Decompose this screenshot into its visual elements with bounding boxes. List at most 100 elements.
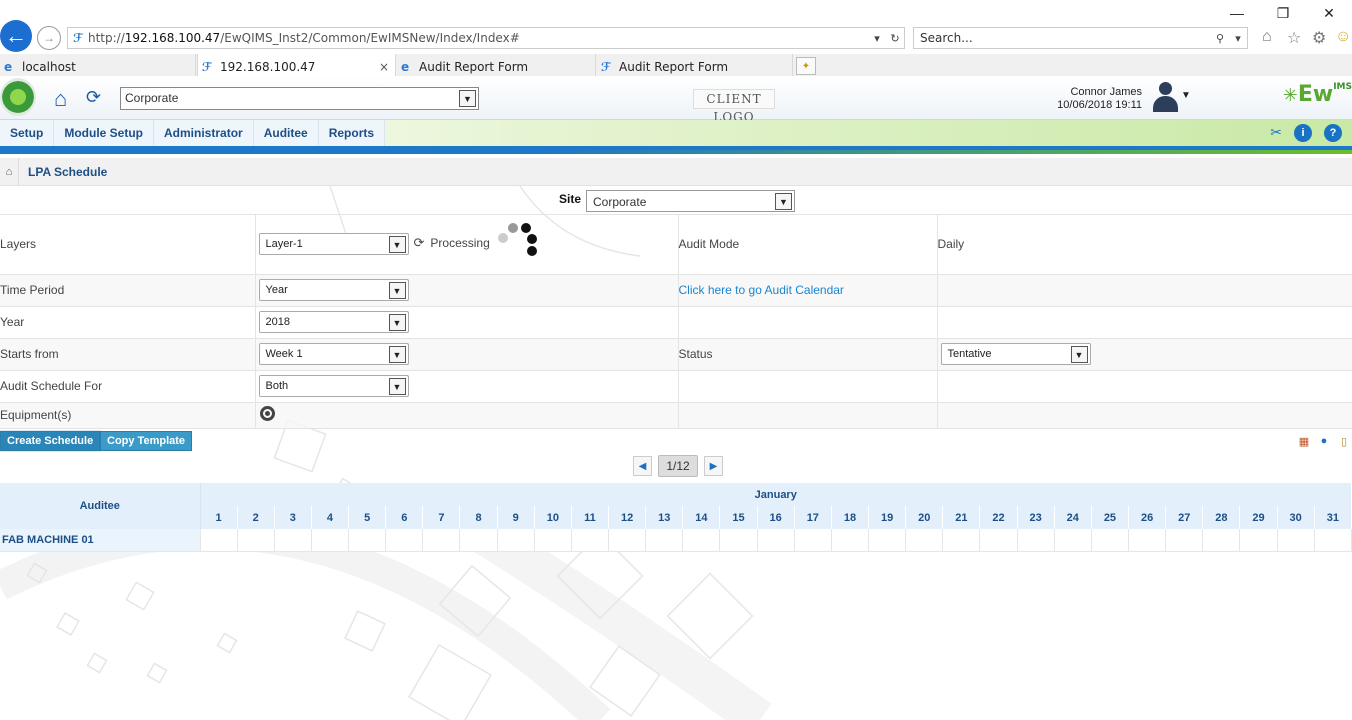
chevron-down-icon[interactable]: ▼	[388, 282, 406, 299]
chevron-down-icon[interactable]: ▼	[459, 90, 476, 107]
schedule-cell[interactable]	[1128, 529, 1167, 552]
brand-text: Ew	[1297, 82, 1334, 107]
chevron-down-icon[interactable]: ▼	[775, 193, 792, 210]
starts-from-select[interactable]: Week 1 ▼	[258, 343, 409, 365]
day-header: 16	[757, 506, 795, 529]
avatar[interactable]	[1150, 80, 1180, 114]
schedule-cell[interactable]	[311, 529, 350, 552]
table-row: FAB MACHINE 01	[0, 529, 1352, 552]
close-window-icon[interactable]: ✕	[1306, 0, 1352, 26]
calendar-icon[interactable]: ▦	[1296, 433, 1312, 449]
breadcrumb-home-icon[interactable]: ⌂	[0, 166, 18, 178]
info-icon[interactable]: i	[1294, 124, 1312, 142]
schedule-cell[interactable]	[1017, 529, 1055, 552]
feedback-smiley-icon[interactable]: ☺	[1335, 28, 1351, 46]
new-tab-icon[interactable]: ✦	[796, 57, 816, 75]
schedule-cell[interactable]	[1091, 529, 1130, 552]
next-month-icon[interactable]: ▶	[704, 456, 723, 476]
previous-month-icon[interactable]: ◀	[633, 456, 652, 476]
chevron-down-icon[interactable]: ▼	[388, 236, 406, 254]
schedule-cell[interactable]	[682, 529, 721, 552]
page-title: LPA Schedule	[28, 164, 108, 179]
menu-administrator[interactable]: Administrator	[154, 120, 254, 146]
chevron-down-icon[interactable]: ▼	[388, 314, 406, 331]
copy-template-button[interactable]: Copy Template	[100, 431, 193, 451]
menu-module-setup[interactable]: Module Setup	[54, 120, 155, 146]
schedule-cell[interactable]	[1054, 529, 1092, 552]
processing-icon: ⟳	[413, 235, 425, 250]
year-select[interactable]: 2018 ▼	[258, 311, 409, 333]
schedule-cell[interactable]	[979, 529, 1018, 552]
address-dropdown-icon[interactable]: ▾	[868, 32, 886, 45]
search-dropdown-icon[interactable]: ▾	[1229, 32, 1247, 45]
time-period-select[interactable]: Year ▼	[258, 279, 409, 301]
schedule-cell[interactable]	[719, 529, 758, 552]
schedule-cell[interactable]	[237, 529, 275, 552]
create-schedule-button[interactable]: Create Schedule	[0, 430, 102, 452]
day-header: 1	[200, 506, 238, 529]
schedule-cell[interactable]	[831, 529, 870, 552]
schedule-cell[interactable]	[1314, 529, 1352, 552]
settings-gear-icon[interactable]: ⚙	[1312, 28, 1326, 48]
search-icon[interactable]: ⚲	[1211, 32, 1229, 45]
audit-calendar-link[interactable]: Click here to go Audit Calendar	[679, 283, 844, 297]
home-icon[interactable]: ⌂	[54, 86, 67, 112]
help-bubble-icon[interactable]: ●	[1316, 433, 1332, 449]
site-select[interactable]: Corporate ▼	[586, 190, 795, 212]
menu-auditee[interactable]: Auditee	[253, 120, 319, 146]
schedule-cell[interactable]	[645, 529, 684, 552]
month-pager: ◀ 1/12 ▶	[633, 455, 723, 477]
help-icon[interactable]: ?	[1324, 124, 1342, 142]
document-icon[interactable]: ▯	[1336, 433, 1352, 449]
day-header: 2	[237, 506, 275, 529]
schedule-cell[interactable]	[274, 529, 312, 552]
close-tab-icon[interactable]: ×	[379, 60, 389, 74]
schedule-cell[interactable]	[608, 529, 647, 552]
schedule-cell[interactable]	[868, 529, 907, 552]
schedule-for-select[interactable]: Both ▼	[258, 375, 409, 397]
schedule-cell[interactable]	[571, 529, 610, 552]
schedule-cell[interactable]	[757, 529, 795, 552]
favorites-star-icon[interactable]: ☆	[1287, 28, 1301, 48]
refresh-page-icon[interactable]: ↻	[886, 32, 904, 45]
layers-select[interactable]: Layer-1 ▼	[258, 233, 409, 256]
schedule-cell[interactable]	[459, 529, 498, 552]
schedule-cell[interactable]	[497, 529, 535, 552]
schedule-cell[interactable]	[1277, 529, 1315, 552]
audit-mode-value: Daily	[937, 215, 1352, 275]
schedule-cell[interactable]	[1239, 529, 1278, 552]
schedule-cell[interactable]	[794, 529, 832, 552]
equipment-cell	[255, 402, 679, 429]
schedule-cell[interactable]	[1202, 529, 1241, 552]
forward-button[interactable]: →	[37, 26, 61, 50]
main-menu: Setup Module Setup Administrator Auditee…	[0, 120, 1352, 154]
back-button[interactable]: ←	[0, 20, 32, 52]
menu-reports[interactable]: Reports	[318, 120, 386, 146]
restore-icon[interactable]: ❐	[1260, 0, 1306, 26]
home-browser-icon[interactable]: ⌂	[1262, 28, 1272, 46]
schedule-cell[interactable]	[905, 529, 944, 552]
minimize-icon[interactable]: —	[1214, 0, 1260, 26]
chevron-down-icon[interactable]: ▼	[1070, 346, 1088, 363]
pin-icon[interactable]: ✂	[1270, 124, 1282, 142]
header-site-select[interactable]: Corporate ▼	[120, 87, 479, 110]
schedule-cell[interactable]	[1165, 529, 1204, 552]
equipment-settings-icon[interactable]	[259, 406, 275, 421]
search-box[interactable]: Search... ⚲ ▾	[913, 27, 1248, 49]
user-menu-caret-icon[interactable]: ▼	[1181, 90, 1191, 101]
status-select[interactable]: Tentative ▼	[940, 343, 1091, 365]
chevron-down-icon[interactable]: ▼	[388, 378, 406, 395]
chevron-down-icon[interactable]: ▼	[388, 346, 406, 363]
day-header: 4	[311, 506, 350, 529]
schedule-cell[interactable]	[534, 529, 572, 552]
schedule-cell[interactable]	[385, 529, 424, 552]
schedule-cell[interactable]	[348, 529, 387, 552]
sync-icon[interactable]: ⟳	[86, 87, 101, 108]
header-site-value: Corporate	[125, 91, 179, 105]
starts-from-label: Starts from	[0, 338, 256, 371]
menu-setup[interactable]: Setup	[0, 120, 55, 146]
schedule-cell[interactable]	[942, 529, 981, 552]
address-bar[interactable]: ℱ http://192.168.100.47/EwQIMS_Inst2/Com…	[67, 27, 905, 49]
schedule-cell[interactable]	[422, 529, 461, 552]
schedule-cell[interactable]	[200, 529, 238, 552]
